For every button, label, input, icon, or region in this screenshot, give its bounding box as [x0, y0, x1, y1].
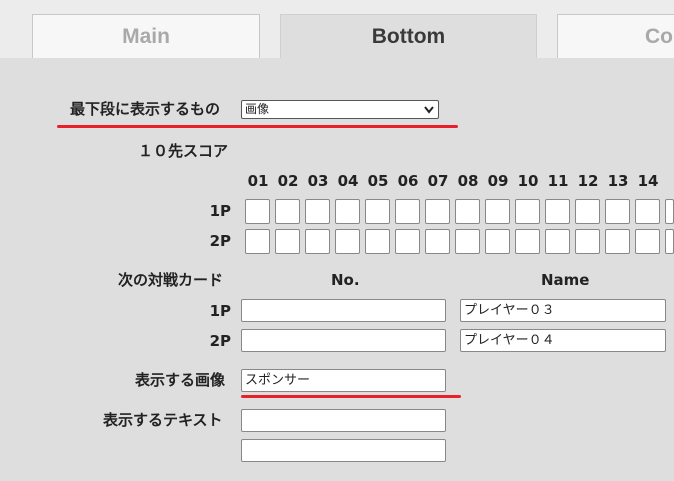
- score-cell-2p[interactable]: [245, 229, 270, 254]
- score-col-header: 06: [397, 172, 419, 190]
- text-display-label: 表示するテキスト: [103, 411, 223, 429]
- score-col-header: 11: [547, 172, 569, 190]
- score-col-header: 1: [663, 172, 674, 190]
- score-cell-1p[interactable]: [575, 199, 600, 224]
- score-cell-2p[interactable]: [305, 229, 330, 254]
- score-cell-2p[interactable]: [635, 229, 660, 254]
- score-cell-1p[interactable]: [245, 199, 270, 224]
- score-cell-2p[interactable]: [665, 229, 674, 254]
- bottom-display-select[interactable]: 画像: [241, 100, 439, 119]
- highlight-underline-image-display: [241, 395, 461, 398]
- text-display-input-1[interactable]: [241, 409, 446, 432]
- next-card-label: 次の対戦カード: [118, 271, 224, 289]
- score-cell-2p[interactable]: [335, 229, 360, 254]
- image-display-label: 表示する画像: [135, 371, 226, 389]
- next-card-col-name: Name: [541, 271, 590, 289]
- text-display-input-2[interactable]: [241, 439, 446, 462]
- score-cell-1p[interactable]: [425, 199, 450, 224]
- score-cell-1p[interactable]: [395, 199, 420, 224]
- score-player-1p-label: 1P: [209, 202, 231, 220]
- score-cell-2p[interactable]: [455, 229, 480, 254]
- score-cell-1p[interactable]: [305, 199, 330, 224]
- score-cell-2p[interactable]: [275, 229, 300, 254]
- tab-co[interactable]: Co: [557, 14, 674, 58]
- next-card-1p-no-input[interactable]: [241, 299, 446, 322]
- score-title: １０先スコア: [138, 142, 229, 160]
- score-col-header: 03: [307, 172, 329, 190]
- score-col-header: 02: [277, 172, 299, 190]
- score-col-header: 12: [577, 172, 599, 190]
- score-col-header: 07: [427, 172, 449, 190]
- score-cell-1p[interactable]: [485, 199, 510, 224]
- score-cell-1p[interactable]: [635, 199, 660, 224]
- score-col-header: 14: [637, 172, 659, 190]
- score-col-header: 09: [487, 172, 509, 190]
- next-card-player-1p-label: 1P: [209, 302, 231, 320]
- chevron-down-icon: [424, 106, 434, 114]
- score-col-header: 01: [247, 172, 269, 190]
- next-card-2p-name-input[interactable]: プレイヤー０４: [460, 329, 666, 352]
- score-cell-2p[interactable]: [575, 229, 600, 254]
- bottom-display-selected: 画像: [245, 102, 270, 116]
- score-cell-1p[interactable]: [275, 199, 300, 224]
- score-cell-2p[interactable]: [605, 229, 630, 254]
- next-card-2p-no-input[interactable]: [241, 329, 446, 352]
- image-display-input[interactable]: スポンサー: [241, 369, 446, 392]
- score-cell-2p[interactable]: [485, 229, 510, 254]
- score-cell-1p[interactable]: [605, 199, 630, 224]
- score-cell-2p[interactable]: [545, 229, 570, 254]
- score-col-header: 10: [517, 172, 539, 190]
- score-col-header: 05: [367, 172, 389, 190]
- score-cell-2p[interactable]: [515, 229, 540, 254]
- tab-bottom[interactable]: Bottom: [280, 14, 537, 58]
- score-cell-1p[interactable]: [455, 199, 480, 224]
- tab-bar: Main Bottom Co: [0, 0, 674, 58]
- score-col-header: 13: [607, 172, 629, 190]
- score-cell-1p[interactable]: [365, 199, 390, 224]
- bottom-display-label: 最下段に表示するもの: [70, 100, 221, 118]
- next-card-col-no: No.: [331, 271, 360, 289]
- score-cell-1p[interactable]: [665, 199, 674, 224]
- score-col-header: 08: [457, 172, 479, 190]
- next-card-1p-name-input[interactable]: プレイヤー０３: [460, 299, 666, 322]
- score-player-2p-label: 2P: [209, 232, 231, 250]
- next-card-player-2p-label: 2P: [209, 332, 231, 350]
- tab-main[interactable]: Main: [32, 14, 260, 58]
- highlight-underline-bottom-display: [57, 125, 458, 128]
- score-col-header: 04: [337, 172, 359, 190]
- score-cell-2p[interactable]: [395, 229, 420, 254]
- score-cell-1p[interactable]: [545, 199, 570, 224]
- score-cell-1p[interactable]: [335, 199, 360, 224]
- score-cell-2p[interactable]: [425, 229, 450, 254]
- score-cell-1p[interactable]: [515, 199, 540, 224]
- score-cell-2p[interactable]: [365, 229, 390, 254]
